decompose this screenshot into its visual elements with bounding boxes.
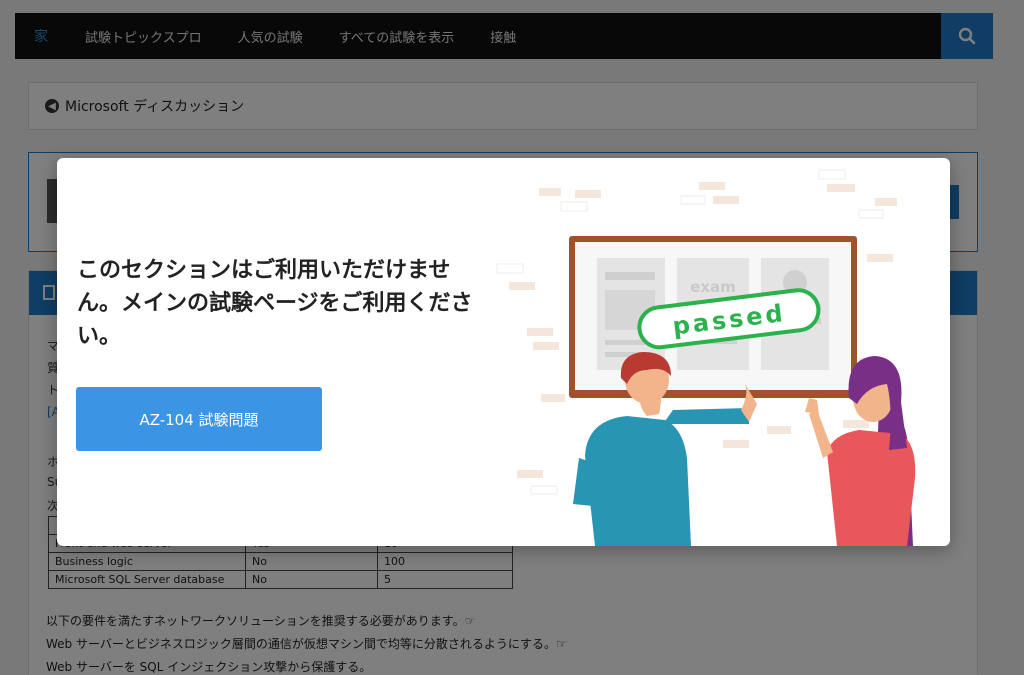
modal-title: このセクションはご利用いただけません。メインの試験ページをご利用ください。 [77,258,473,349]
section-unavailable-modal: このセクションはご利用いただけません。メインの試験ページをご利用ください。 AZ… [57,158,950,546]
az-104-exam-button[interactable]: AZ-104 試験問題 [76,387,322,451]
board-word: exam [690,278,736,296]
exam-passed-illustration: exam passed [496,169,916,546]
